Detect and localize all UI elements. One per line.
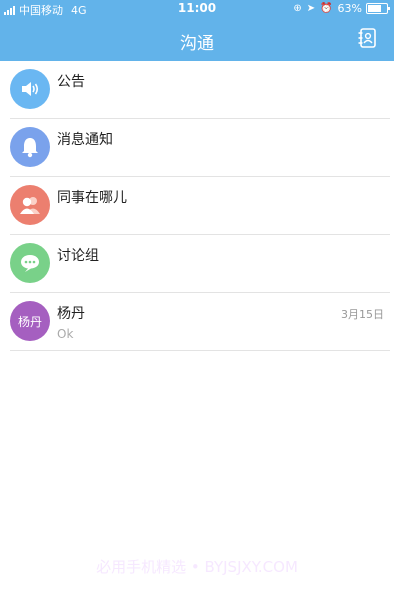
battery-icon	[366, 3, 390, 14]
item-title: 同事在哪儿	[57, 190, 127, 206]
contact-name: 杨丹	[57, 306, 85, 322]
message-preview: Ok	[57, 327, 74, 341]
battery-level	[368, 5, 381, 12]
message-date: 3月15日	[341, 308, 384, 321]
people-icon	[10, 185, 50, 225]
item-title: 讨论组	[57, 248, 99, 264]
status-right: ⊕ ➤ ⏰ 63%	[293, 2, 390, 15]
chat-bubble-icon	[10, 243, 50, 283]
item-title: 消息通知	[57, 132, 113, 148]
watermark: 必用手机精选 • BYJSJXY.COM	[96, 558, 298, 576]
divider	[10, 350, 390, 351]
list-item-notifications[interactable]: 消息通知	[0, 119, 394, 177]
list-item-discussion[interactable]: 讨论组	[0, 235, 394, 293]
lock-rotation-icon: ⊕	[293, 3, 302, 14]
contacts-book-icon[interactable]	[358, 28, 376, 48]
bell-icon	[10, 127, 50, 167]
page-title: 沟通	[180, 34, 214, 54]
location-icon: ➤	[306, 3, 316, 14]
list-item-announcement[interactable]: 公告	[0, 61, 394, 119]
alarm-icon: ⏰	[320, 3, 333, 14]
item-title: 公告	[57, 74, 85, 90]
speaker-icon	[10, 69, 50, 109]
header-bar: 中国移动 4G 11:00 ⊕ ➤ ⏰ 63% 沟通	[0, 0, 394, 61]
battery-percent: 63%	[337, 2, 362, 15]
list-item-colleagues[interactable]: 同事在哪儿	[0, 177, 394, 235]
status-bar: 中国移动 4G 11:00 ⊕ ➤ ⏰ 63%	[0, 0, 394, 18]
avatar: 杨丹	[10, 301, 50, 341]
conversation-list: 公告 消息通知 同事在哪儿 讨论组 杨丹 杨丹 Ok 3月15日	[0, 61, 394, 351]
screen: 中国移动 4G 11:00 ⊕ ➤ ⏰ 63% 沟通 公告 消息通知 同事在哪儿…	[0, 0, 394, 589]
list-item-contact[interactable]: 杨丹 杨丹 Ok 3月15日	[0, 293, 394, 351]
